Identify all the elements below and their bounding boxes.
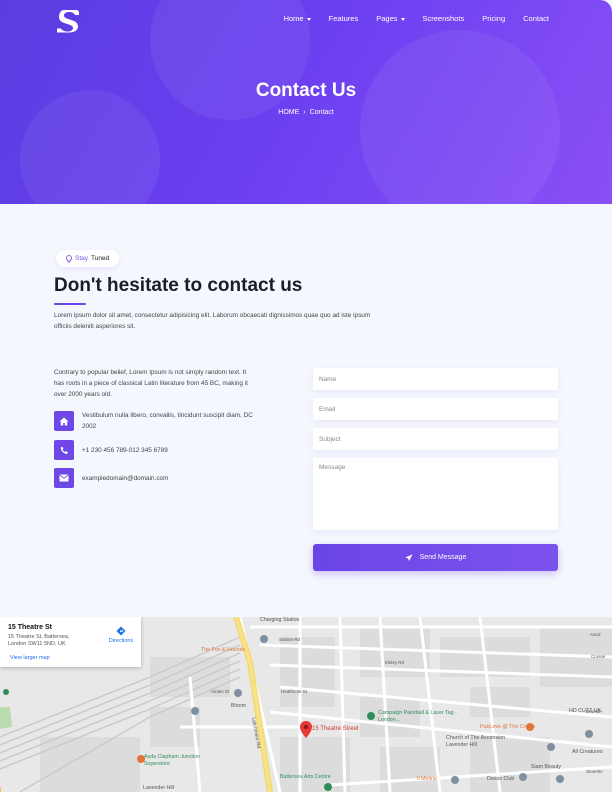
nav-item-pricing[interactable]: Pricing (473, 14, 514, 23)
send-message-button[interactable]: Send Message (313, 544, 558, 571)
map-label: Campaign Paintball & Laser Tag - London.… (378, 710, 457, 723)
view-larger-map-link[interactable]: View larger map (10, 655, 50, 661)
heading-underline (54, 303, 86, 305)
map-label: Siam Beauty (531, 764, 562, 770)
breadcrumb-separator: › (303, 109, 306, 116)
badge-tuned: Tuned (91, 255, 110, 262)
breadcrumb-home-link[interactable]: HOME (278, 109, 299, 116)
nav-label: Features (328, 14, 359, 23)
nav-item-home[interactable]: Home (275, 14, 320, 23)
main-nav: Home Features Pages Screenshots Pricing … (275, 14, 612, 23)
map-label: Lavender Hill (143, 785, 174, 791)
mail-icon (54, 468, 74, 488)
send-message-label: Send Message (419, 554, 467, 561)
badge-stay: Stay (75, 255, 89, 262)
message-textarea[interactable] (313, 458, 558, 530)
map-label: 15 Theatre Street (312, 726, 359, 732)
info-email[interactable]: exampledomain@domain.com (82, 473, 168, 484)
subject-input[interactable] (313, 428, 558, 450)
map-label: Asda Clapham Junction Superstore (144, 754, 200, 767)
breadcrumb: HOME › Contact (0, 109, 612, 116)
map-label: Crosse (591, 654, 606, 659)
hero-decoration (20, 90, 160, 204)
map-label: Stonehe (586, 769, 603, 774)
map-label: Il Molino (417, 776, 437, 782)
chevron-down-icon (400, 17, 405, 21)
map-label: PubLove @ The Crown (480, 724, 536, 730)
nav-label: Home (283, 14, 304, 23)
nav-item-contact[interactable]: Contact (514, 14, 612, 23)
section-heading: Don't hesitate to contact us (54, 275, 303, 296)
map-label: Heathcote St (281, 689, 308, 694)
logo-icon[interactable] (54, 7, 80, 33)
nav-item-pages[interactable]: Pages (367, 14, 413, 23)
map-label: Church of The Ascension Lavender Hill (446, 735, 506, 748)
map-label: All Creatures (572, 749, 603, 755)
hero-banner: Home Features Pages Screenshots Pricing … (0, 0, 612, 204)
hero-decoration (360, 30, 560, 204)
email-input[interactable] (313, 398, 558, 420)
nav-label: Pricing (482, 14, 506, 23)
nav-label: Screenshots (422, 14, 465, 23)
paper-plane-icon (405, 553, 413, 561)
map-label: Amies St (211, 689, 230, 694)
info-phone[interactable]: +1 230 456 789-012 345 6789 (82, 445, 168, 456)
phone-icon (54, 440, 74, 460)
map-info-card: 15 Theatre St 15 Theatre St, Battersea, … (0, 617, 141, 667)
map-label: The Fox & Hounds (201, 647, 246, 653)
map-label: Battersea Arts Centre (280, 774, 331, 780)
info-address: Vestibulum nulla libero, convallis, tinc… (82, 412, 253, 430)
map-place-address: 15 Theatre St, Battersea, London SW11 5N… (8, 634, 70, 647)
map-label: Asciz (590, 632, 601, 637)
map-label: Devas Club (487, 776, 515, 782)
directions-button[interactable]: Directions (106, 626, 136, 644)
map-label: Bloom (231, 703, 247, 709)
section-lead: Lorem ipsum dolor sit amet, consectetur … (54, 312, 371, 330)
directions-label: Directions (108, 638, 134, 644)
info-address-row: Vestibulum nulla libero, convallis, tinc… (54, 410, 254, 432)
info-email-row: exampledomain@domain.com (54, 468, 168, 488)
page-title: Contact Us (255, 80, 357, 101)
map-label: Elsley Rd (385, 660, 405, 665)
chevron-down-icon (306, 17, 311, 21)
home-icon (54, 411, 74, 431)
info-phone-row: +1 230 456 789-012 345 6789 (54, 440, 168, 460)
nav-item-features[interactable]: Features (320, 14, 368, 23)
page: Home Features Pages Screenshots Pricing … (0, 0, 612, 792)
nav-item-screenshots[interactable]: Screenshots (414, 14, 474, 23)
map-label: Drumsh (586, 709, 602, 714)
section-badge: Stay Tuned (56, 250, 120, 267)
breadcrumb-current: Contact (309, 109, 334, 116)
map-embed[interactable]: 15 Theatre St 15 Theatre St, Battersea, … (0, 617, 612, 792)
lightbulb-icon (66, 254, 72, 262)
map-label: Charging Station (260, 617, 300, 623)
info-intro: Contrary to popular belief, Lorem Ipsum … (54, 369, 248, 398)
nav-label: Contact (523, 14, 549, 23)
nav-label: Pages (376, 14, 398, 23)
directions-icon (116, 626, 126, 636)
name-input[interactable] (313, 368, 558, 390)
map-label: Sabine Rd (279, 637, 301, 642)
